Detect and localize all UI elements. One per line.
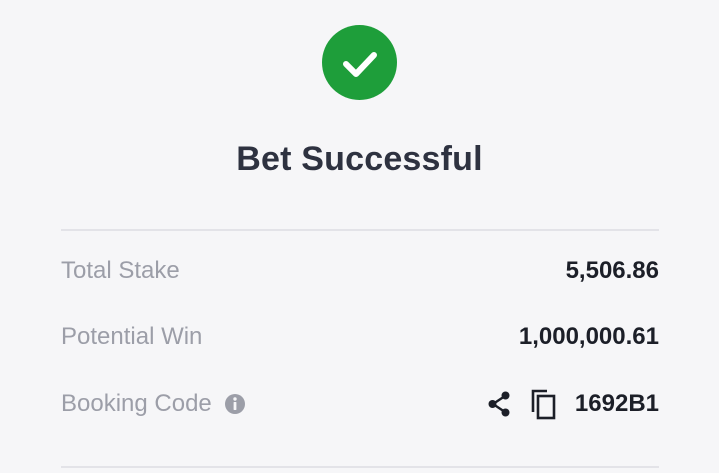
info-icon[interactable] <box>224 393 246 415</box>
checkmark-icon <box>342 51 377 77</box>
potential-win-label: Potential Win <box>61 323 203 350</box>
success-check-icon <box>322 25 397 100</box>
potential-win-value: 1,000,000.61 <box>518 323 659 350</box>
booking-code-label: Booking Code <box>61 390 212 417</box>
total-stake-value: 5,506.86 <box>565 257 659 284</box>
divider <box>61 466 659 468</box>
total-stake-label: Total Stake <box>61 257 180 284</box>
booking-code-actions: 1692B1 <box>483 388 659 420</box>
booking-code-value: 1692B1 <box>574 390 659 417</box>
total-stake-row: Total Stake 5,506.86 <box>61 251 659 291</box>
potential-win-row: Potential Win 1,000,000.61 <box>61 317 659 357</box>
divider <box>61 229 659 231</box>
share-icon[interactable] <box>483 388 515 420</box>
booking-code-label-group: Booking Code <box>61 390 246 418</box>
copy-icon[interactable] <box>527 388 559 420</box>
page-title: Bet Successful <box>236 140 483 178</box>
booking-code-row: Booking Code 1692B1 <box>61 384 659 424</box>
